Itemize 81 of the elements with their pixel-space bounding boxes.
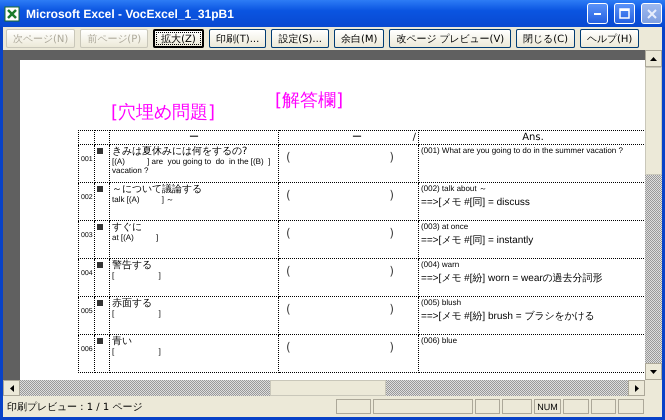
status-text: 印刷プレビュー : 1 / 1 ページ	[7, 400, 144, 414]
answer-bracket: )	[389, 226, 394, 240]
question-text: ～について議論する	[112, 184, 203, 195]
answer-bracket: (	[286, 302, 291, 316]
question-text: きみは夏休みには何をするの?	[112, 146, 248, 157]
maximize-button[interactable]	[614, 3, 635, 24]
left-arrow-icon	[10, 384, 14, 392]
scroll-thumb[interactable]	[270, 380, 386, 396]
toolbar-button[interactable]: 印刷(T)...	[208, 29, 266, 48]
toolbar-button[interactable]: 閉じる(C)	[516, 29, 575, 48]
answer-bracket: )	[389, 150, 394, 164]
status-pane	[502, 399, 532, 414]
scroll-right-button[interactable]	[628, 380, 645, 396]
memo-text: ==>[メモ #[紛] brush = ブラシをかける	[421, 311, 596, 322]
toolbar-button[interactable]: 設定(S)...	[271, 29, 329, 48]
answer-bracket: (	[286, 150, 291, 164]
answer-bracket: (	[286, 188, 291, 202]
status-pane	[591, 399, 616, 414]
status-pane	[563, 399, 589, 414]
column-header: ー	[352, 132, 362, 144]
window-title: Microsoft Excel - VocExcel_1_31pB1	[26, 6, 235, 20]
close-icon	[646, 8, 656, 18]
answer-bracket: (	[286, 340, 291, 354]
toolbar-button[interactable]: 余白(M)	[334, 29, 384, 48]
answer-bracket: )	[389, 188, 394, 202]
toolbar-button[interactable]: 拡大(Z)	[153, 29, 204, 48]
question-text: 警告する	[112, 260, 153, 271]
section-heading: [解答欄]	[275, 89, 344, 112]
answer-bracket: )	[389, 264, 394, 278]
vertical-scrollbar[interactable]	[645, 50, 662, 380]
question-sentence: [ ]	[112, 271, 162, 280]
question-text: すぐに	[112, 222, 143, 233]
answer-bracket: (	[286, 264, 291, 278]
toolbar-button[interactable]: ヘルプ(H)	[580, 29, 640, 48]
minimize-icon	[594, 12, 601, 14]
memo-text: ==>[メモ #[紛] worn = wearの過去分詞形	[421, 273, 604, 284]
column-header: Ans.	[521, 132, 545, 144]
question-sentence: [ ]	[112, 309, 162, 318]
mark-icon	[97, 224, 103, 230]
question-text: 青い	[112, 336, 133, 347]
answer-bracket: )	[389, 302, 394, 316]
slash-mark: /	[412, 132, 416, 144]
memo-text: ==>[メモ #[同] = instantly	[421, 235, 534, 246]
mark-icon	[97, 300, 103, 306]
close-button[interactable]	[641, 3, 662, 24]
answer-text: (002) talk about ～	[421, 184, 488, 193]
mark-icon	[97, 186, 103, 192]
num-lock-indicator: NUM	[534, 399, 561, 414]
spreadsheet-app-icon	[4, 6, 20, 22]
maximize-icon	[619, 8, 630, 19]
answer-text: (004) warn	[421, 260, 460, 269]
question-sentence: at [(A) ]	[112, 233, 160, 242]
horizontal-scrollbar[interactable]	[3, 380, 645, 396]
scroll-thumb[interactable]	[645, 67, 662, 175]
column-header: ー	[188, 132, 200, 144]
answer-text: (006) blue	[421, 336, 458, 345]
memo-text: ==>[メモ #[同] = discuss	[421, 197, 531, 208]
scroll-left-button[interactable]	[3, 380, 20, 396]
up-arrow-icon	[650, 56, 657, 60]
answer-text: (003) at once	[421, 222, 470, 231]
mark-icon	[97, 338, 103, 344]
mark-icon	[97, 262, 103, 268]
toolbar-button[interactable]: 改ページ プレビュー(V)	[389, 29, 512, 48]
question-text: 赤面する	[112, 298, 153, 309]
answer-bracket: )	[389, 340, 394, 354]
status-pane	[475, 399, 500, 414]
answer-text: (005) blush	[421, 298, 462, 307]
mark-icon	[97, 148, 103, 154]
question-sentence: talk [(A) ] ～	[112, 195, 176, 204]
question-sentence: [ ]	[112, 347, 162, 356]
down-arrow-icon	[650, 370, 657, 374]
status-pane	[618, 399, 644, 414]
answer-bracket: (	[286, 226, 291, 240]
answer-text: (001) What are you going to do in the summer vacation ?	[421, 146, 624, 155]
minimize-button[interactable]	[587, 3, 608, 24]
section-heading: [穴埋め問題]	[111, 101, 216, 124]
question-sentence: [(A) ] are you going to do in the [(B) ] vacation ?	[112, 157, 272, 175]
right-arrow-icon	[634, 384, 638, 392]
scroll-up-button[interactable]	[645, 50, 662, 67]
scroll-down-button[interactable]	[645, 363, 662, 380]
status-pane	[336, 399, 371, 414]
